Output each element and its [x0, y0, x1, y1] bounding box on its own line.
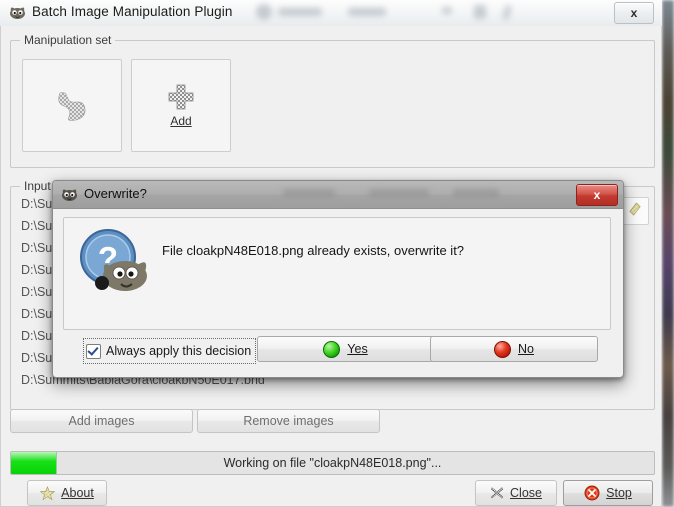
gimp-wilber-icon — [61, 187, 78, 202]
always-apply-checkbox[interactable]: Always apply this decision — [83, 338, 257, 364]
window-title: Batch Image Manipulation Plugin — [32, 4, 233, 19]
green-led-icon — [323, 340, 341, 358]
gimp-wilber-icon — [52, 89, 92, 123]
add-manipulation-label: Add — [170, 113, 192, 128]
remove-images-button[interactable]: Remove images — [197, 409, 380, 433]
window-close-button[interactable]: x — [614, 2, 654, 24]
red-led-icon — [494, 340, 511, 358]
dialog-close-button[interactable]: x — [576, 184, 618, 206]
dialog-no-label: No — [518, 342, 534, 356]
titlebar-background-blur — [252, 2, 542, 22]
question-wilber-icon: ? — [77, 226, 151, 296]
manipulation-preview-box[interactable] — [22, 59, 122, 152]
dialog-body: ? File cloakpN48E018.png already exists,… — [63, 217, 611, 330]
filter-icon — [628, 202, 643, 220]
dialog-yes-label: Yes — [347, 342, 368, 356]
dialog-footer: Always apply this decision Yes No — [53, 336, 623, 372]
add-manipulation-box[interactable]: Add — [131, 59, 231, 152]
overwrite-dialog: Overwrite? x ? File cloakpN48E018.png al… — [52, 180, 624, 378]
window-titlebar: Batch Image Manipulation Plugin x — [0, 0, 662, 27]
dialog-message: File cloakpN48E018.png already exists, o… — [162, 243, 465, 258]
close-button[interactable]: Close — [475, 480, 557, 506]
about-button-label: About — [61, 486, 94, 500]
x-mark-icon — [490, 486, 504, 500]
plus-icon — [168, 84, 194, 110]
gimp-wilber-icon — [9, 5, 26, 20]
checkbox-indicator[interactable] — [86, 343, 101, 359]
stop-button[interactable]: Stop — [563, 480, 653, 506]
add-images-button[interactable]: Add images — [10, 409, 193, 433]
stop-button-label: Stop — [606, 486, 632, 500]
close-button-label: Close — [510, 486, 542, 500]
stop-circle-icon — [584, 485, 600, 501]
desktop-background-strip — [662, 0, 674, 507]
progress-status-text: Working on file "cloakpN48E018.png"... — [223, 456, 442, 470]
file-options-button[interactable] — [621, 197, 649, 225]
dialog-yes-button[interactable]: Yes — [257, 336, 434, 362]
dialog-no-button[interactable]: No — [430, 336, 598, 362]
dialog-title: Overwrite? — [84, 186, 147, 201]
manipulation-set-group: Manipulation set Add — [10, 33, 655, 168]
always-apply-checkbox-label: Always apply this decision — [106, 344, 252, 358]
screen: Batch Image Manipulation Plugin x Manipu… — [0, 0, 674, 507]
progress-bar: Working on file "cloakpN48E018.png"... — [10, 451, 655, 475]
dialog-titlebar-blur — [283, 185, 563, 203]
dialog-titlebar: Overwrite? x — [53, 181, 623, 209]
about-button[interactable]: About — [27, 480, 107, 506]
manipulation-set-legend: Manipulation set — [20, 33, 116, 47]
star-icon — [39, 485, 56, 501]
